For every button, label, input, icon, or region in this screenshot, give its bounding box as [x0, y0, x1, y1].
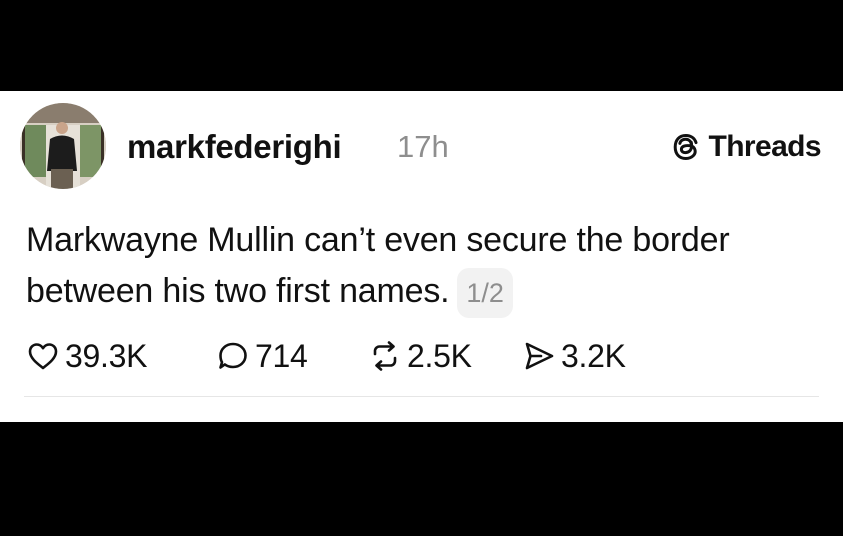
post-card: markfederighi 17h Threads Markwayne Mull…	[0, 91, 843, 422]
like-count: 39.3K	[65, 338, 148, 374]
divider	[24, 396, 819, 397]
reply-count: 714	[255, 338, 308, 374]
avatar-photo-icon	[20, 103, 106, 189]
post-body: Markwayne Mullin can’t even secure the b…	[26, 221, 730, 310]
post-time: 17h	[397, 129, 449, 164]
repost-icon	[368, 339, 402, 373]
avatar[interactable]	[20, 103, 106, 189]
share-count: 3.2K	[561, 338, 626, 374]
threads-logo-icon	[669, 130, 703, 164]
threads-brand-name: Threads	[708, 130, 821, 163]
reply-button[interactable]: 714	[216, 336, 368, 376]
send-icon	[522, 339, 556, 373]
heart-icon	[26, 339, 60, 373]
thread-position-badge[interactable]: 1/2	[457, 268, 513, 319]
post-actions: 39.3K 714 2.5K 3.2K	[26, 336, 626, 376]
post-text: Markwayne Mullin can’t even secure the b…	[26, 215, 826, 319]
threads-brand: Threads	[669, 129, 822, 165]
share-button[interactable]: 3.2K	[522, 336, 626, 376]
comment-icon	[216, 339, 250, 373]
username[interactable]: markfederighi	[127, 127, 342, 167]
repost-count: 2.5K	[407, 338, 472, 374]
like-button[interactable]: 39.3K	[26, 336, 216, 376]
repost-button[interactable]: 2.5K	[368, 336, 522, 376]
